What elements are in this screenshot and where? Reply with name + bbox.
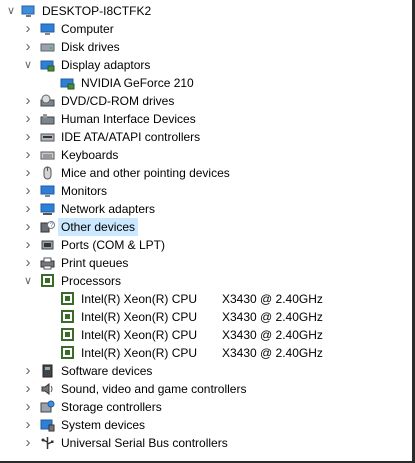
category-item-print[interactable]: › Print queues [0,254,410,272]
tree-root-item[interactable]: ∨ DESKTOP-I8CTFK2 [0,2,410,20]
category-label: Ports (COM & LPT) [61,238,166,252]
category-item-processors[interactable]: ∨ Processors [0,272,410,290]
dvd-drive-icon [40,94,55,108]
speaker-icon [40,382,55,396]
keyboard-icon [40,148,55,162]
chevron-right-icon[interactable]: › [22,146,34,164]
chevron-right-icon[interactable]: › [22,92,34,110]
ide-controller-icon [40,130,55,144]
category-item-hid[interactable]: › Human Interface Devices [0,110,410,128]
device-item[interactable]: Intel(R) Xeon(R) CPU X3430 @ 2.40GHz [0,344,410,362]
processor-icon [60,310,75,324]
device-item[interactable]: Intel(R) Xeon(R) CPU X3430 @ 2.40GHz [0,308,410,326]
category-label: IDE ATA/ATAPI controllers [61,130,201,144]
category-label: Print queues [61,256,129,270]
category-label: Monitors [61,184,108,198]
category-item-mice[interactable]: › Mice and other pointing devices [0,164,410,182]
category-item-system[interactable]: › System devices [0,416,410,434]
display-adapter-icon [60,76,75,90]
category-label: Mice and other pointing devices [61,166,230,180]
category-item-display[interactable]: ∨ Display adaptors [0,56,410,74]
printer-icon [40,256,55,270]
port-icon [40,238,55,252]
category-label: Sound, video and game controllers [61,382,247,396]
category-item-software[interactable]: › Software devices [0,362,410,380]
category-item-dvd[interactable]: › DVD/CD-ROM drives [0,92,410,110]
usb-icon [40,436,55,450]
chevron-right-icon[interactable]: › [22,398,34,416]
device-label: Intel(R) Xeon(R) CPU [81,346,198,360]
device-item[interactable]: Intel(R) Xeon(R) CPU X3430 @ 2.40GHz [0,290,410,308]
processor-model-label: X3430 @ 2.40GHz [222,328,323,342]
chevron-right-icon[interactable]: › [22,236,34,254]
chevron-down-icon[interactable]: ∨ [5,2,17,20]
chevron-down-icon[interactable]: ∨ [22,56,34,74]
category-label: Human Interface Devices [61,112,196,126]
chevron-down-icon[interactable]: ∨ [22,272,34,290]
network-adapter-icon [40,202,55,216]
disk-drive-icon [40,40,55,54]
processor-model-label: X3430 @ 2.40GHz [222,292,323,306]
processor-icon [40,274,55,288]
chevron-right-icon[interactable]: › [22,164,34,182]
category-label: Processors [61,274,122,288]
category-item-storage[interactable]: › Storage controllers [0,398,410,416]
chevron-right-icon[interactable]: › [22,20,34,38]
chevron-right-icon[interactable]: › [22,416,34,434]
device-label: Intel(R) Xeon(R) CPU [81,310,198,324]
chevron-right-icon[interactable]: › [22,380,34,398]
monitor-icon [40,22,55,36]
category-item-sound[interactable]: › Sound, video and game controllers [0,380,410,398]
chevron-right-icon[interactable]: › [22,362,34,380]
category-label: Network adapters [61,202,156,216]
category-label: Display adaptors [61,58,151,72]
software-device-icon [40,364,55,378]
processor-icon [60,292,75,306]
category-label: System devices [61,418,146,432]
chevron-right-icon[interactable]: › [22,38,34,56]
category-label: Computer [61,22,114,36]
category-item-computer[interactable]: › Computer [0,20,410,38]
processor-icon [60,328,75,342]
hid-icon [40,112,55,126]
category-label: DVD/CD-ROM drives [61,94,175,108]
device-label: Intel(R) Xeon(R) CPU [81,328,198,342]
category-item-other[interactable]: ›? Other devices [0,218,410,236]
storage-controller-icon [40,400,55,414]
category-item-keyboards[interactable]: › Keyboards [0,146,410,164]
device-item[interactable]: NVIDIA GeForce 210 [0,74,410,92]
device-item[interactable]: Intel(R) Xeon(R) CPU X3430 @ 2.40GHz [0,326,410,344]
category-label: Universal Serial Bus controllers [61,436,228,450]
category-label: Disk drives [61,40,120,54]
system-device-icon [40,418,55,432]
category-item-usb[interactable]: › Universal Serial Bus controllers [0,434,410,452]
chevron-right-icon[interactable]: › [22,182,34,200]
category-item-disk[interactable]: › Disk drives [0,38,410,56]
monitor-icon [40,184,55,198]
device-label: Intel(R) Xeon(R) CPU [81,292,198,306]
processor-icon [60,346,75,360]
chevron-right-icon[interactable]: › [22,200,34,218]
chevron-right-icon[interactable]: › [22,254,34,272]
category-item-monitors[interactable]: › Monitors [0,182,410,200]
category-item-network[interactable]: › Network adapters [0,200,410,218]
unknown-device-icon: ? [40,220,55,234]
processor-model-label: X3430 @ 2.40GHz [222,346,323,360]
category-label: Software devices [61,364,153,378]
computer-icon [21,4,36,18]
category-label: Keyboards [61,148,119,162]
chevron-right-icon[interactable]: › [22,128,34,146]
category-item-ports[interactable]: › Ports (COM & LPT) [0,236,410,254]
processor-model-label: X3430 @ 2.40GHz [222,310,323,324]
category-label: Other devices [58,218,139,236]
chevron-right-icon[interactable]: › [22,218,34,236]
device-label: NVIDIA GeForce 210 [81,76,194,90]
chevron-right-icon[interactable]: › [22,110,34,128]
mouse-icon [40,166,55,180]
display-adapter-icon [40,58,55,72]
root-label: DESKTOP-I8CTFK2 [42,4,152,18]
chevron-right-icon[interactable]: › [22,434,34,452]
category-item-ide[interactable]: › IDE ATA/ATAPI controllers [0,128,410,146]
category-label: Storage controllers [61,400,162,414]
